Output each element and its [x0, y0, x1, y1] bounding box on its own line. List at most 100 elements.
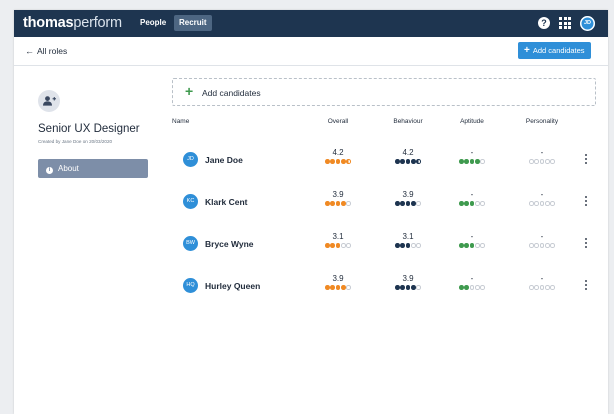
rating-dot	[550, 201, 556, 206]
candidate-name[interactable]: Bryce Wyne	[205, 239, 254, 249]
candidate-name[interactable]: Klark Cent	[205, 197, 248, 207]
rating-dot	[416, 159, 422, 164]
score-personality: -	[512, 232, 572, 249]
rating-dot	[475, 201, 480, 206]
rating-dot	[341, 201, 346, 206]
add-candidates-dropzone-label: Add candidates	[202, 88, 261, 98]
rating-dot	[405, 159, 411, 164]
table-row[interactable]: HQ Hurley Queen 3.9 3.9 - -	[172, 268, 602, 308]
app-frame: thomasperform People Recruit ? JD ← All r…	[14, 10, 608, 414]
help-icon[interactable]: ?	[538, 17, 550, 29]
rating-dot	[528, 285, 534, 290]
score-aptitude-dots	[442, 285, 502, 291]
nav-recruit[interactable]: Recruit	[174, 15, 212, 31]
table-row[interactable]: KC Klark Cent 3.9 3.9 - -	[172, 184, 602, 224]
rating-dot	[346, 285, 352, 290]
more-options-icon[interactable]	[584, 280, 588, 292]
rating-dot	[330, 243, 335, 248]
about-button[interactable]: i About	[38, 159, 148, 178]
more-options-icon[interactable]	[584, 154, 588, 166]
score-overall-value: 3.9	[332, 190, 344, 199]
add-candidates-button-label: Add candidates	[532, 46, 585, 55]
rating-dot	[324, 159, 330, 164]
rating-dot	[469, 243, 475, 248]
apps-grid-icon[interactable]	[559, 17, 571, 29]
rating-dot	[534, 243, 539, 248]
score-overall-value: 3.1	[332, 232, 344, 241]
rating-dot	[416, 201, 422, 206]
score-behaviour-value: 3.9	[402, 190, 414, 199]
rating-dot	[341, 159, 346, 164]
score-overall-dots	[308, 159, 368, 165]
score-aptitude: -	[442, 148, 502, 165]
user-avatar[interactable]: JD	[580, 16, 595, 31]
add-user-icon	[43, 96, 56, 106]
rating-dot	[405, 285, 411, 290]
candidate-avatar: JD	[183, 152, 198, 167]
rating-dot	[405, 243, 411, 248]
rating-dot	[475, 159, 480, 164]
rating-dot	[480, 285, 486, 290]
role-created-info: Created by Jane Doe on 20/03/2020	[38, 139, 113, 144]
rating-dot	[550, 243, 556, 248]
rating-dot	[545, 243, 550, 248]
add-candidates-dropzone[interactable]: + Add candidates	[172, 78, 596, 106]
score-overall-dots	[308, 285, 368, 291]
about-button-label: About	[58, 164, 79, 173]
candidate-avatar: BW	[183, 236, 198, 251]
brand-logo-bold: thomas	[23, 15, 74, 31]
rating-dot	[341, 243, 346, 248]
table-row[interactable]: BW Bryce Wyne 3.1 3.1 - -	[172, 226, 602, 266]
rating-dot	[475, 285, 480, 290]
rating-dot	[458, 201, 464, 206]
brand-logo-light: perform	[73, 15, 122, 31]
score-overall-value: 4.2	[332, 148, 344, 157]
score-overall-value: 3.9	[332, 274, 344, 283]
candidate-name[interactable]: Jane Doe	[205, 155, 243, 165]
score-personality: -	[512, 190, 572, 207]
rating-dot	[469, 285, 475, 290]
more-options-icon[interactable]	[584, 238, 588, 250]
add-candidates-button[interactable]: + Add candidates	[518, 42, 591, 59]
rating-dot	[528, 243, 534, 248]
rating-dot	[539, 285, 545, 290]
score-personality-value: -	[540, 232, 544, 241]
score-behaviour-value: 3.9	[402, 274, 414, 283]
column-header-aptitude: Aptitude	[460, 118, 484, 125]
rating-dot	[534, 201, 539, 206]
rating-dot	[324, 243, 330, 248]
candidate-name[interactable]: Hurley Queen	[205, 281, 260, 291]
score-aptitude-value: -	[470, 148, 474, 157]
score-behaviour: 4.2	[378, 148, 438, 165]
more-options-icon[interactable]	[584, 196, 588, 208]
rating-dot	[528, 201, 534, 206]
rating-dot	[464, 243, 469, 248]
rating-dot	[469, 201, 475, 206]
rating-dot	[411, 201, 416, 206]
score-personality-dots	[512, 201, 572, 207]
rating-dot	[469, 159, 475, 164]
plus-icon: +	[185, 83, 194, 99]
brand-logo[interactable]: thomasperform	[23, 15, 122, 31]
score-behaviour-dots	[378, 201, 438, 207]
rating-dot	[545, 285, 550, 290]
rating-dot	[416, 285, 422, 290]
rating-dot	[335, 243, 341, 248]
rating-dot	[545, 201, 550, 206]
candidate-avatar: HQ	[183, 278, 198, 293]
score-personality-dots	[512, 243, 572, 249]
back-link-label: All roles	[37, 46, 68, 56]
rating-dot	[324, 201, 330, 206]
table-row[interactable]: JD Jane Doe 4.2 4.2 - -	[172, 142, 602, 182]
back-to-all-roles-link[interactable]: ← All roles	[25, 46, 67, 56]
rating-dot	[545, 159, 550, 164]
rating-dot	[405, 201, 411, 206]
rating-dot	[475, 243, 480, 248]
role-title: Senior UX Designer	[38, 123, 140, 135]
score-behaviour-dots	[378, 243, 438, 249]
rating-dot	[330, 159, 335, 164]
rating-dot	[341, 285, 346, 290]
nav-people[interactable]: People	[140, 18, 166, 27]
plus-icon: +	[524, 45, 530, 56]
rating-dot	[458, 285, 464, 290]
